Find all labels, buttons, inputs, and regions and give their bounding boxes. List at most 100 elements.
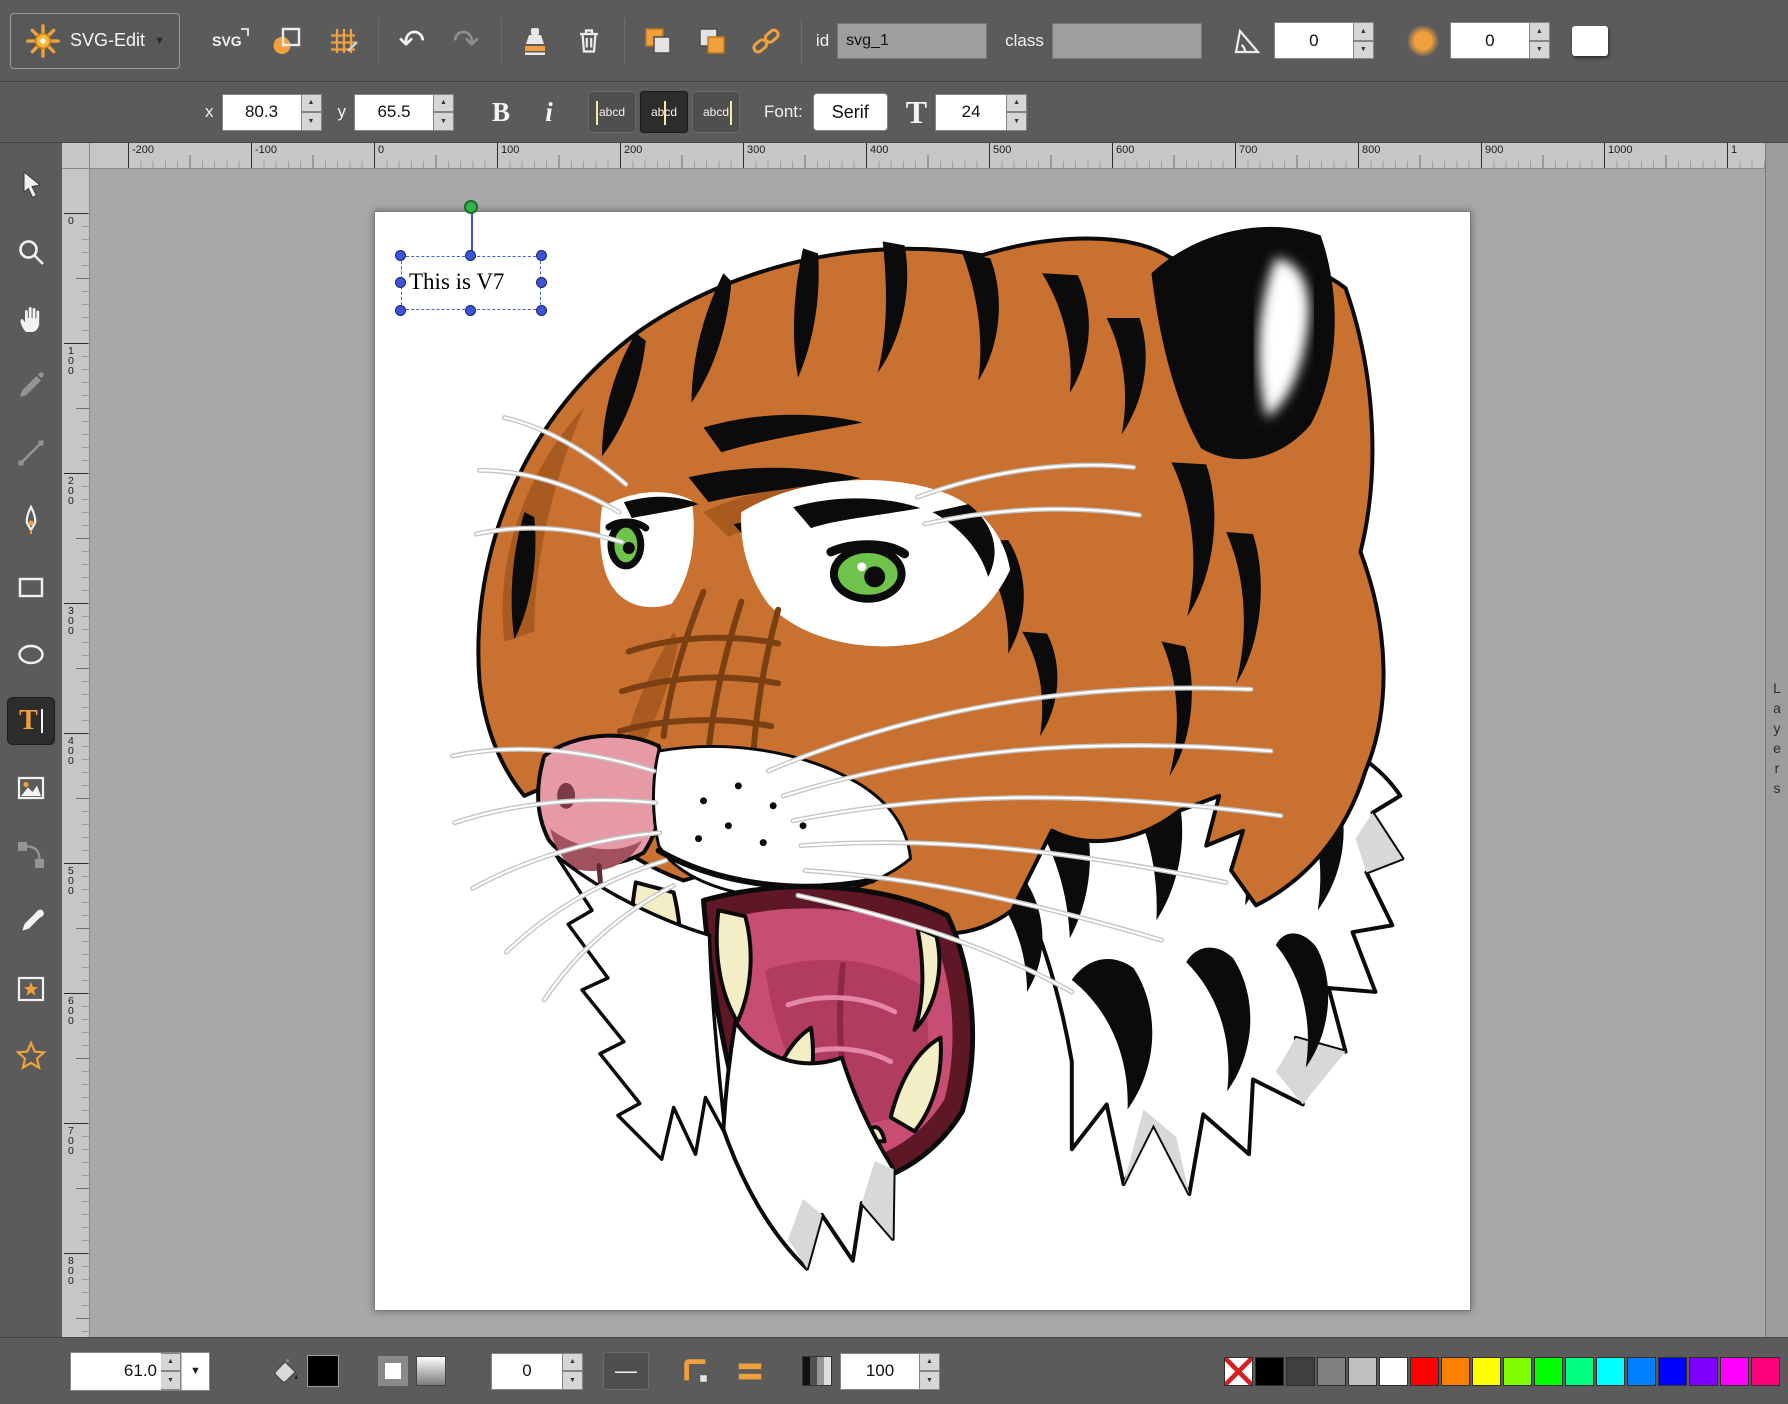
delete-button[interactable] (566, 18, 612, 64)
bold-button[interactable]: B (480, 91, 522, 133)
selection-handle-sw[interactable] (395, 305, 406, 316)
stepper-up-icon[interactable]: ▲ (434, 94, 454, 113)
selection-handle-s[interactable] (465, 305, 476, 316)
stepper-down-icon[interactable]: ▼ (563, 1371, 583, 1390)
selection-handle-se[interactable] (536, 305, 547, 316)
selection-handle-n[interactable] (465, 250, 476, 261)
stroke-linecap-button[interactable] (728, 1349, 772, 1393)
y-stepper[interactable]: ▲ ▼ (434, 94, 454, 131)
make-link-button[interactable] (743, 18, 789, 64)
main-menu-button[interactable]: SVG-Edit ▼ (10, 13, 180, 69)
text-anchor-end-button[interactable]: abcd (692, 91, 740, 133)
svg-canvas[interactable]: This is V7 (374, 211, 1471, 1311)
angle-stepper[interactable]: ▲ ▼ (1354, 22, 1374, 59)
palette-swatch-#ffffff[interactable] (1379, 1357, 1408, 1386)
selection-handle-nw[interactable] (395, 250, 406, 261)
stroke-dash-button[interactable]: — (603, 1352, 649, 1390)
move-to-top-button[interactable] (689, 18, 735, 64)
selection-handle-e[interactable] (536, 277, 547, 288)
stepper-down-icon[interactable]: ▼ (434, 112, 454, 131)
palette-swatch-#0000ff[interactable] (1658, 1357, 1687, 1386)
x-coordinate-input[interactable] (222, 94, 302, 131)
clone-button[interactable] (512, 18, 558, 64)
palette-swatch-#007fff[interactable] (1627, 1357, 1656, 1386)
stepper-down-icon[interactable]: ▼ (920, 1371, 940, 1390)
stepper-up-icon[interactable]: ▲ (161, 1353, 181, 1372)
palette-swatch-#ff00ff[interactable] (1720, 1357, 1749, 1386)
move-to-bottom-button[interactable] (635, 18, 681, 64)
element-id-input[interactable] (837, 23, 987, 59)
shape-library-tool[interactable] (7, 965, 55, 1013)
palette-swatch-#00ff7f[interactable] (1565, 1357, 1594, 1386)
palette-swatch-none[interactable] (1224, 1357, 1253, 1386)
stepper-up-icon[interactable]: ▲ (1530, 22, 1550, 41)
palette-swatch-#ffff00[interactable] (1472, 1357, 1501, 1386)
stepper-down-icon[interactable]: ▼ (302, 112, 322, 131)
stroke-width-input[interactable] (491, 1353, 563, 1390)
palette-swatch-#00ffff[interactable] (1596, 1357, 1625, 1386)
eyedropper-tool[interactable] (7, 898, 55, 946)
stroke-width-stepper[interactable]: ▲ ▼ (563, 1353, 583, 1390)
stepper-up-icon[interactable]: ▲ (302, 94, 322, 113)
selection-handle-w[interactable] (395, 277, 406, 288)
palette-swatch-#3f3f3f[interactable] (1286, 1357, 1315, 1386)
y-coordinate-input[interactable] (354, 94, 434, 131)
image-tool[interactable] (7, 764, 55, 812)
palette-swatch-#7fff00[interactable] (1503, 1357, 1532, 1386)
palette-swatch-#00ff00[interactable] (1534, 1357, 1563, 1386)
palette-swatch-#ff0000[interactable] (1410, 1357, 1439, 1386)
stepper-down-icon[interactable]: ▼ (1354, 41, 1374, 60)
stepper-up-icon[interactable]: ▲ (1007, 94, 1027, 113)
rotate-handle[interactable] (464, 200, 478, 214)
palette-swatch-#ff007f[interactable] (1751, 1357, 1780, 1386)
source-editor-button[interactable]: SVG (204, 18, 250, 64)
font-family-button[interactable]: Serif (813, 93, 888, 131)
canvas-workspace[interactable]: This is V7 (90, 169, 1765, 1337)
palette-swatch-#7f00ff[interactable] (1689, 1357, 1718, 1386)
stepper-up-icon[interactable]: ▲ (563, 1353, 583, 1372)
text-anchor-middle-button[interactable]: abcd (640, 91, 688, 133)
stepper-down-icon[interactable]: ▼ (1007, 112, 1027, 131)
zoom-tool[interactable] (7, 228, 55, 276)
palette-swatch-#7f7f7f[interactable] (1317, 1357, 1346, 1386)
text-tool-selected[interactable]: T (7, 697, 55, 745)
zoom-stepper[interactable]: ▲ ▼ (161, 1353, 181, 1390)
fill-color-swatch[interactable] (308, 1356, 338, 1386)
pan-tool[interactable] (7, 295, 55, 343)
canvas-text[interactable]: This is V7 (401, 256, 541, 310)
layers-panel-tab[interactable]: Layers (1765, 143, 1788, 1337)
stroke-linejoin-button[interactable] (674, 1349, 718, 1393)
star-tool[interactable] (7, 1032, 55, 1080)
x-stepper[interactable]: ▲ ▼ (302, 94, 322, 131)
angle-input[interactable] (1274, 22, 1354, 59)
palette-swatch-#000000[interactable] (1255, 1357, 1284, 1386)
text-anchor-start-button[interactable]: abcd (588, 91, 636, 133)
opacity-stepper[interactable]: ▲ ▼ (920, 1353, 940, 1390)
italic-button[interactable]: i (528, 91, 570, 133)
ellipse-tool[interactable] (7, 630, 55, 678)
palette-swatch-#ff7f00[interactable] (1441, 1357, 1470, 1386)
stepper-up-icon[interactable]: ▲ (920, 1353, 940, 1372)
stroke-color-swatch[interactable] (416, 1356, 446, 1386)
path-tool[interactable] (7, 496, 55, 544)
blur-input[interactable] (1450, 22, 1530, 59)
stepper-down-icon[interactable]: ▼ (161, 1371, 181, 1390)
stepper-down-icon[interactable]: ▼ (1530, 41, 1550, 60)
document-properties-button[interactable] (264, 18, 310, 64)
font-size-input[interactable] (935, 94, 1007, 131)
blur-stepper[interactable]: ▲ ▼ (1530, 22, 1550, 59)
editor-preferences-button[interactable] (320, 18, 366, 64)
opacity-input[interactable] (840, 1353, 920, 1390)
rectangle-tool[interactable] (7, 563, 55, 611)
selection-handle-ne[interactable] (536, 250, 547, 261)
editor-background-swatch[interactable] (1572, 26, 1608, 56)
select-tool[interactable] (7, 161, 55, 209)
zoom-dropdown-button[interactable]: ▼ (181, 1353, 209, 1390)
redo-button[interactable]: ↷ (443, 18, 489, 64)
stepper-up-icon[interactable]: ▲ (1354, 22, 1374, 41)
element-class-input[interactable] (1052, 23, 1202, 59)
zoom-input[interactable] (71, 1353, 161, 1390)
palette-swatch-#bfbfbf[interactable] (1348, 1357, 1377, 1386)
undo-button[interactable]: ↶ (389, 18, 435, 64)
selected-text-element[interactable]: This is V7 (401, 256, 541, 310)
